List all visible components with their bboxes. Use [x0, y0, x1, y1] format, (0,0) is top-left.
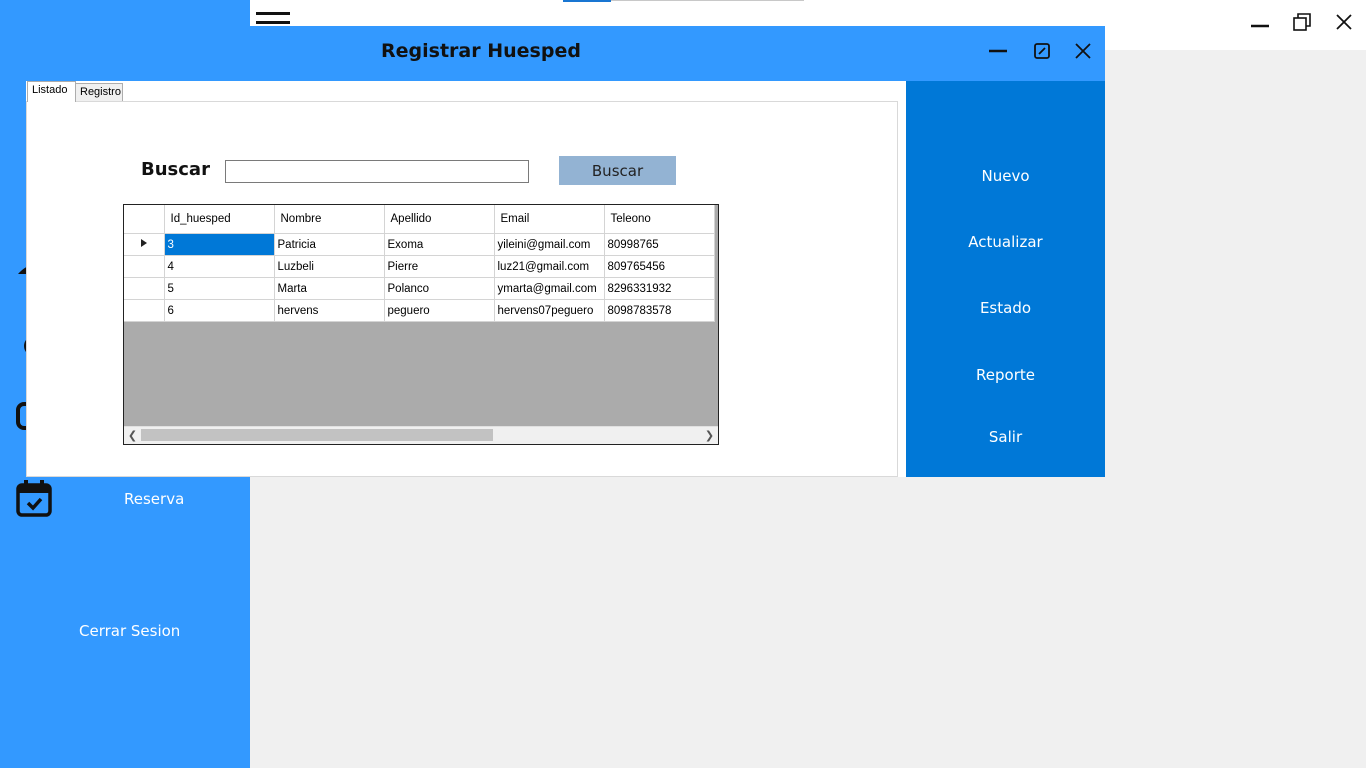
- grid-cell[interactable]: Marta: [274, 277, 385, 300]
- row-header[interactable]: [124, 299, 165, 322]
- search-label: Buscar: [141, 159, 210, 180]
- dialog-maximize-button[interactable]: [1029, 38, 1055, 64]
- grid-cell[interactable]: 3: [164, 233, 275, 256]
- grid-cell[interactable]: 8296331932: [604, 277, 715, 300]
- grid-header-row: Id_huesped Nombre Apellido Email Teleono: [124, 205, 715, 234]
- calendar-check-icon[interactable]: [14, 478, 54, 518]
- search-input[interactable]: [225, 160, 529, 183]
- hamburger-menu-icon[interactable]: [256, 12, 292, 26]
- grid-cell[interactable]: hervens: [274, 299, 385, 322]
- close-icon: [1336, 14, 1352, 30]
- registrar-huesped-dialog: Registrar Huesped Listado Registro Busca…: [26, 26, 1105, 477]
- grid-cell[interactable]: 80998765: [604, 233, 715, 256]
- dialog-body: Listado Registro Buscar Buscar Id_huespe…: [26, 81, 906, 477]
- column-header-apellido[interactable]: Apellido: [384, 205, 495, 234]
- maximize-icon: [1034, 43, 1050, 59]
- grid-cell[interactable]: Polanco: [384, 277, 495, 300]
- grid-cell[interactable]: Patricia: [274, 233, 385, 256]
- huespedes-grid[interactable]: Id_huesped Nombre Apellido Email Teleono: [123, 204, 719, 445]
- grid-cell[interactable]: luz21@gmail.com: [494, 255, 605, 278]
- grid-cell[interactable]: 6: [164, 299, 275, 322]
- actualizar-button[interactable]: Actualizar: [906, 225, 1105, 259]
- window-minimize-button[interactable]: [1246, 8, 1274, 36]
- dialog-minimize-button[interactable]: [985, 38, 1011, 64]
- scrollbar-thumb[interactable]: [141, 429, 493, 441]
- column-header-email[interactable]: Email: [494, 205, 605, 234]
- horizontal-scrollbar[interactable]: ❮ ❯: [124, 426, 718, 444]
- grid-cell[interactable]: Pierre: [384, 255, 495, 278]
- close-icon: [1075, 43, 1091, 59]
- top-accent-bar: [563, 0, 611, 2]
- estado-button[interactable]: Estado: [906, 291, 1105, 325]
- column-header-id-huesped[interactable]: Id_huesped: [164, 205, 275, 234]
- sidebar-item-reserva[interactable]: Reserva: [124, 490, 184, 508]
- table-row[interactable]: 5 Marta Polanco ymarta@gmail.com 8296331…: [124, 277, 715, 300]
- row-header[interactable]: [124, 277, 165, 300]
- column-header-nombre[interactable]: Nombre: [274, 205, 385, 234]
- sidebar-item-cerrar-sesion[interactable]: Cerrar Sesion: [79, 622, 180, 640]
- dialog-titlebar[interactable]: Registrar Huesped: [26, 26, 1105, 81]
- tab-strip: Listado Registro: [26, 81, 906, 102]
- table-row[interactable]: 3 Patricia Exoma yileini@gmail.com 80998…: [124, 233, 715, 256]
- grid-cell[interactable]: ymarta@gmail.com: [494, 277, 605, 300]
- grid-cell[interactable]: yileini@gmail.com: [494, 233, 605, 256]
- grid-cell[interactable]: Exoma: [384, 233, 495, 256]
- grid-cell[interactable]: hervens07peguero: [494, 299, 605, 322]
- dialog-title: Registrar Huesped: [381, 40, 581, 62]
- row-header-current[interactable]: [124, 233, 165, 256]
- current-row-arrow-icon: [140, 239, 147, 247]
- window-restore-button[interactable]: [1288, 8, 1316, 36]
- grid-corner-header[interactable]: [124, 205, 165, 234]
- grid-table: Id_huesped Nombre Apellido Email Teleono: [124, 205, 715, 322]
- reporte-button[interactable]: Reporte: [906, 358, 1105, 392]
- top-divider: [611, 0, 804, 1]
- scroll-left-icon[interactable]: ❮: [124, 427, 141, 444]
- search-button[interactable]: Buscar: [559, 156, 676, 185]
- grid-cell[interactable]: Luzbeli: [274, 255, 385, 278]
- grid-cell[interactable]: 4: [164, 255, 275, 278]
- nuevo-button[interactable]: Nuevo: [906, 159, 1105, 193]
- tab-registro[interactable]: Registro: [75, 83, 123, 101]
- restore-icon: [1293, 13, 1311, 31]
- column-header-teleono[interactable]: Teleono: [604, 205, 715, 234]
- table-row[interactable]: 4 Luzbeli Pierre luz21@gmail.com 8097654…: [124, 255, 715, 278]
- dialog-close-button[interactable]: [1070, 38, 1096, 64]
- grid-cell[interactable]: 8098783578: [604, 299, 715, 322]
- tab-listado[interactable]: Listado: [27, 81, 76, 102]
- grid-cell[interactable]: 5: [164, 277, 275, 300]
- action-panel: Nuevo Actualizar Estado Reporte Salir: [906, 81, 1105, 477]
- salir-button[interactable]: Salir: [906, 420, 1105, 454]
- minimize-icon: [1251, 24, 1269, 28]
- row-header[interactable]: [124, 255, 165, 278]
- window-close-button[interactable]: [1330, 8, 1358, 36]
- grid-cell[interactable]: peguero: [384, 299, 495, 322]
- minimize-icon: [989, 49, 1007, 53]
- table-row[interactable]: 6 hervens peguero hervens07peguero 80987…: [124, 299, 715, 322]
- listado-panel: Buscar Buscar Id_huesped Nombre Apellido: [26, 101, 898, 477]
- grid-cell[interactable]: 809765456: [604, 255, 715, 278]
- scroll-right-icon[interactable]: ❯: [701, 427, 718, 444]
